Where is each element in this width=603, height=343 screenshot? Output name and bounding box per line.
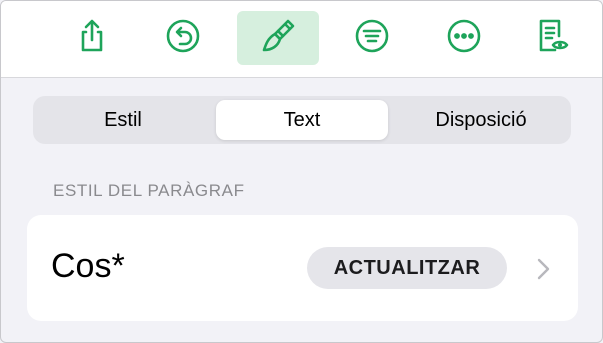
format-tabs: Estil Text Disposició [33,96,571,144]
format-button[interactable] [237,11,319,65]
paintbrush-icon [258,16,298,61]
undo-button[interactable] [142,11,224,65]
chevron-right-icon [533,257,553,281]
share-icon [72,16,112,61]
insert-button[interactable] [331,11,413,65]
tab-text[interactable]: Text [216,100,388,140]
reading-view-button[interactable] [510,11,592,65]
update-style-button[interactable]: ACTUALITZAR [307,247,507,289]
more-button[interactable] [423,11,505,65]
share-button[interactable] [51,11,133,65]
section-label: ESTIL DEL PARÀGRAF [53,181,245,200]
more-icon [444,16,484,61]
reading-view-icon [531,16,571,61]
tab-estil[interactable]: Estil [37,100,209,140]
insert-icon [352,16,392,61]
format-panel: Estil Text Disposició ESTIL DEL PARÀGRAF… [0,0,603,343]
paragraph-style-name: Cos* [51,247,125,285]
undo-icon [163,16,203,61]
tab-disposicio[interactable]: Disposició [395,100,567,140]
paragraph-style-row[interactable]: Cos* ACTUALITZAR [27,215,578,321]
toolbar [1,1,602,78]
